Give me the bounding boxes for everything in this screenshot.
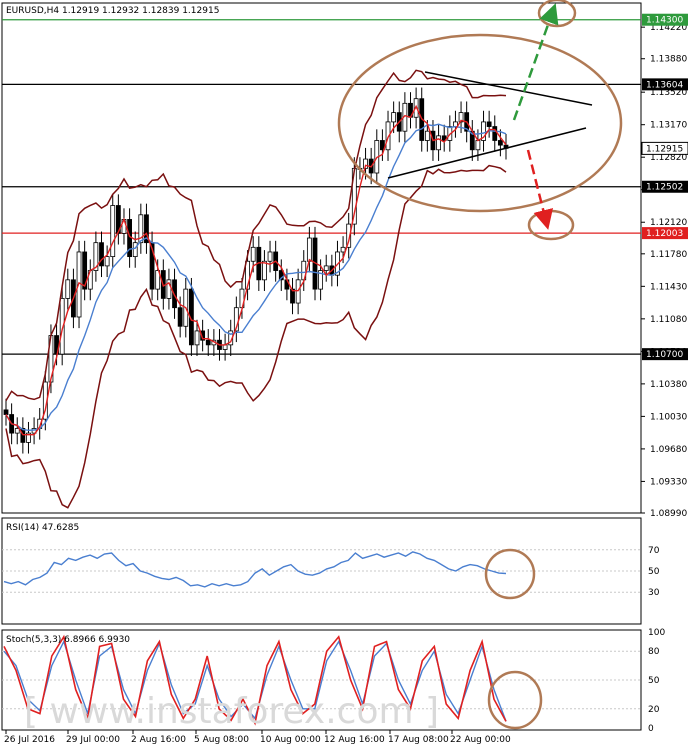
candle-body — [132, 242, 138, 258]
rsi-title: RSI(14) 47.6285 — [6, 523, 79, 533]
rsi-tick-label: 50 — [648, 567, 660, 577]
candle-body — [177, 307, 183, 327]
candle-body — [323, 265, 329, 271]
candle-body — [194, 330, 200, 346]
candle-body — [295, 279, 301, 304]
level-label: 1.12003 — [646, 229, 683, 239]
candle-body — [436, 135, 441, 151]
candle-body — [250, 246, 256, 262]
candle-body — [104, 256, 110, 267]
x-tick-label: 5 Aug 08:00 — [194, 735, 249, 745]
candle-body — [110, 205, 116, 258]
candle-body — [492, 126, 498, 141]
x-tick-label: 17 Aug 08:00 — [388, 735, 449, 745]
candle-body — [453, 121, 458, 127]
y-tick-label: 1.11780 — [650, 250, 687, 260]
candle-body — [267, 251, 273, 262]
candle-body — [205, 339, 211, 346]
y-tick-label: 1.10380 — [650, 380, 687, 390]
level-label: 1.12502 — [646, 183, 683, 193]
level-label: 1.10700 — [646, 350, 683, 360]
candle-body — [486, 121, 492, 127]
y-tick-label: 1.13880 — [650, 55, 687, 65]
level-label: 1.14300 — [646, 16, 683, 26]
stoch-title: Stoch(5,3,3) 6.8966 6.9930 — [6, 635, 130, 645]
x-tick-label: 2 Aug 16:00 — [131, 735, 186, 745]
stoch-tick-label: 80 — [648, 647, 660, 657]
stoch-tick-label: 50 — [648, 676, 660, 686]
y-tick-label: 1.11430 — [650, 282, 687, 292]
candle-body — [262, 260, 267, 281]
y-tick-label: 1.08990 — [650, 509, 687, 519]
y-tick-label: 1.13170 — [650, 121, 687, 131]
candle-body — [340, 246, 346, 253]
rsi-tick-label: 30 — [648, 588, 660, 598]
price-title: EURUSD,H4 1.12919 1.12932 1.12839 1.1291… — [6, 6, 219, 16]
y-tick-label: 1.09680 — [650, 445, 687, 455]
x-tick-label: 12 Aug 16:00 — [324, 735, 385, 745]
stoch-tick-label: 0 — [648, 724, 654, 734]
candle-body — [475, 140, 481, 151]
y-tick-label: 1.10030 — [650, 412, 687, 422]
candle-body — [306, 237, 312, 262]
candle-body — [20, 428, 26, 443]
candle-body — [14, 428, 20, 434]
level-label: 1.12915 — [646, 144, 683, 154]
candle-body — [65, 279, 71, 299]
candle-body — [424, 130, 430, 141]
stoch-tick-label: 100 — [648, 628, 665, 638]
y-tick-label: 1.12120 — [650, 218, 687, 228]
candle-body — [3, 409, 9, 415]
x-tick-label: 10 Aug 00:00 — [260, 735, 321, 745]
candle-body — [391, 112, 397, 123]
chart: 1.142201.138801.135201.131701.128201.124… — [0, 0, 688, 748]
x-tick-label: 29 Jul 00:00 — [66, 735, 120, 745]
stoch-tick-label: 20 — [648, 705, 660, 715]
watermark: [ www.instaforex.com ] — [24, 691, 439, 732]
y-tick-label: 1.11080 — [650, 315, 687, 325]
candle-body — [497, 140, 503, 146]
rsi-tick-label: 70 — [648, 546, 660, 556]
x-tick-label: 22 Aug 00:00 — [450, 735, 511, 745]
y-tick-label: 1.09330 — [650, 477, 687, 487]
level-label: 1.13604 — [646, 80, 683, 90]
x-tick-label: 26 Jul 2016 — [4, 735, 55, 745]
